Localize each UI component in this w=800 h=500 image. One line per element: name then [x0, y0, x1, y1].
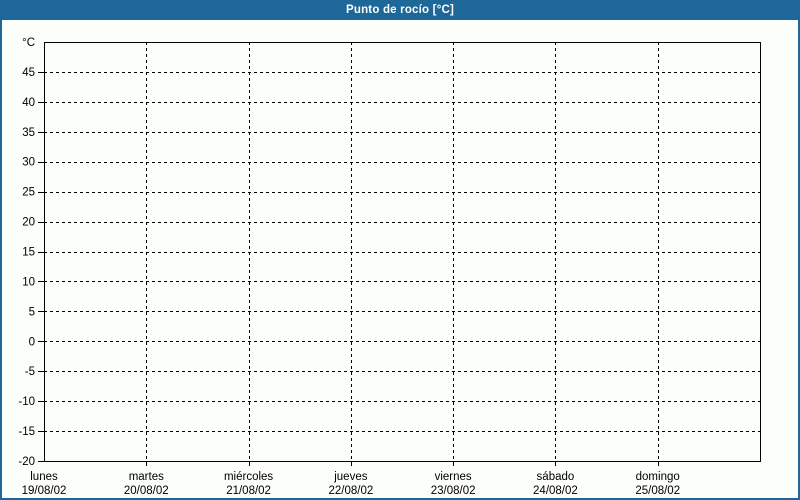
y-axis-label: 35	[22, 127, 35, 139]
y-axis-label: -20	[18, 456, 35, 468]
y-axis-label: 25	[22, 187, 35, 199]
x-axis-day-label: miércoles	[224, 471, 273, 483]
y-axis-label: 0	[29, 336, 35, 348]
x-axis-day-label: sábado	[537, 471, 575, 483]
plot-border	[44, 42, 761, 462]
x-axis-date-label: 25/08/02	[635, 485, 680, 497]
y-axis-label: 15	[22, 247, 35, 259]
y-axis-label: -5	[25, 366, 35, 378]
x-axis-date-label: 19/08/02	[22, 485, 67, 497]
x-axis-date-label: 22/08/02	[328, 485, 373, 497]
chart-title: Punto de rocío [°C]	[345, 4, 455, 16]
y-axis-label: 20	[22, 217, 35, 229]
chart-canvas: °C 45 40 35 30 25 20 15 10 5 0 -5 -10 -15 -20 lunes 19/0…	[18, 37, 761, 497]
x-axis-date-label: 21/08/02	[226, 485, 271, 497]
y-axis-label: 5	[29, 306, 35, 318]
weather-chart-window: °C 45 40 35 30 25 20 15 10 5 0 -5 -10 -15 -20 lunes 19/0…	[0, 0, 800, 500]
y-axis-label: 10	[22, 276, 35, 288]
x-axis-date-label: 20/08/02	[124, 485, 169, 497]
x-axis-date-label: 24/08/02	[533, 485, 578, 497]
y-axis-label: -10	[18, 396, 35, 408]
y-axis-label: 45	[22, 67, 35, 79]
x-axis-day-label: domingo	[636, 471, 680, 483]
y-axis-label: 40	[22, 97, 35, 109]
x-axis-day-label: viernes	[435, 471, 472, 483]
x-axis-day-label: jueves	[333, 471, 367, 483]
title-bar: Punto de rocío [°C]	[0, 0, 800, 20]
x-axis-date-label: 23/08/02	[431, 485, 476, 497]
y-axis-label: -15	[18, 426, 35, 438]
x-axis-day-label: martes	[129, 471, 164, 483]
y-axis-label: °C	[22, 37, 35, 49]
x-axis-day-label: lunes	[30, 471, 58, 483]
y-axis-label: 30	[22, 157, 35, 169]
